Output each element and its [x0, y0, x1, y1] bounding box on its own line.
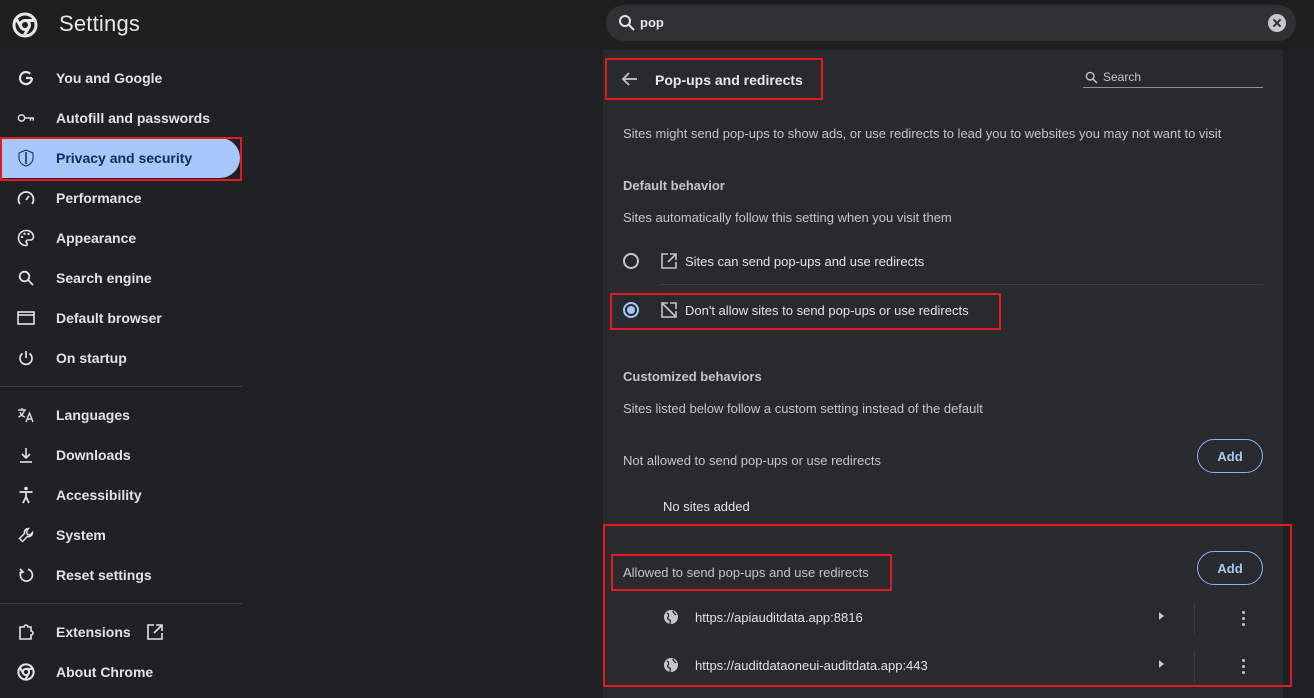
open-in-new-icon	[661, 253, 677, 269]
option-divider	[659, 284, 1263, 285]
expand-arrow-icon[interactable]	[1159, 612, 1164, 620]
site-row[interactable]: https://auditdataoneui-auditdata.app:443	[643, 642, 1283, 690]
panel-description: Sites might send pop-ups to show ads, or…	[623, 126, 1222, 141]
sidebar-item-label: Accessibility	[56, 487, 142, 503]
globe-icon	[664, 658, 678, 673]
site-url: https://auditdataoneui-auditdata.app:443	[695, 658, 928, 673]
sidebar-divider	[0, 386, 242, 387]
sidebar-item-label: You and Google	[56, 70, 163, 86]
row-separator	[1194, 602, 1195, 634]
sidebar-item-label: Extensions	[56, 624, 131, 640]
customized-behaviors-subtext: Sites listed below follow a custom setti…	[623, 401, 983, 416]
customized-behaviors-heading: Customized behaviors	[623, 369, 762, 384]
sidebar-item-on-startup[interactable]: On startup	[0, 338, 242, 378]
more-actions-icon[interactable]	[1235, 657, 1251, 675]
translate-icon	[17, 406, 35, 424]
sidebar-item-label: On startup	[56, 350, 127, 366]
sidebar-divider	[0, 603, 242, 604]
option-label: Sites can send pop-ups and use redirects	[685, 254, 925, 269]
sidebar-item-label: About Chrome	[56, 664, 154, 680]
allowed-list-label: Allowed to send pop-ups and use redirect…	[623, 565, 869, 580]
sidebar-item-you-and-google[interactable]: You and Google	[0, 58, 242, 98]
app-title: Settings	[59, 11, 141, 36]
search-icon	[1085, 71, 1098, 84]
sidebar-item-appearance[interactable]: Appearance	[0, 218, 242, 258]
reset-icon	[17, 566, 35, 584]
download-icon	[17, 446, 35, 464]
expand-arrow-icon[interactable]	[1159, 660, 1164, 668]
sidebar-nav: You and Google Autofill and passwords Pr…	[0, 58, 242, 692]
block-popup-icon	[661, 302, 677, 318]
popups-settings-panel: Pop-ups and redirects Search Sites might…	[603, 50, 1283, 698]
sidebar-item-label: Reset settings	[56, 567, 152, 583]
sidebar-item-label: Default browser	[56, 310, 162, 326]
block-radio[interactable]	[623, 302, 639, 318]
google-g-icon	[17, 69, 35, 87]
row-separator	[1194, 650, 1195, 682]
sidebar-item-performance[interactable]: Performance	[0, 178, 242, 218]
shield-icon	[17, 149, 35, 167]
globe-icon	[664, 610, 678, 625]
sidebar-item-privacy-and-security[interactable]: Privacy and security	[0, 138, 240, 178]
clear-search-icon[interactable]	[1268, 14, 1286, 32]
sidebar-item-about-chrome[interactable]: About Chrome	[0, 652, 242, 692]
default-behavior-subtext: Sites automatically follow this setting …	[623, 210, 952, 225]
sidebar-item-label: Performance	[56, 190, 142, 206]
site-url: https://apiauditdata.app:8816	[695, 610, 863, 625]
sidebar-item-label: Downloads	[56, 447, 131, 463]
puzzle-icon	[17, 623, 35, 641]
sidebar-item-label: Autofill and passwords	[56, 110, 211, 126]
power-icon	[17, 349, 35, 367]
search-icon	[619, 15, 635, 31]
sidebar-item-autofill[interactable]: Autofill and passwords	[0, 98, 242, 138]
sidebar-item-system[interactable]: System	[0, 515, 242, 555]
back-arrow-icon[interactable]	[621, 70, 639, 88]
sidebar-item-reset-settings[interactable]: Reset settings	[0, 555, 242, 595]
palette-icon	[17, 229, 35, 247]
search-input[interactable]: pop	[640, 15, 664, 30]
sidebar-item-search-engine[interactable]: Search engine	[0, 258, 242, 298]
sidebar-item-label: System	[56, 527, 106, 543]
page-title: Pop-ups and redirects	[655, 72, 803, 88]
add-allowed-site-button[interactable]: Add	[1197, 551, 1263, 585]
settings-search-bar[interactable]: pop	[606, 5, 1296, 41]
speedometer-icon	[17, 189, 35, 207]
key-icon	[17, 109, 35, 127]
sidebar-item-downloads[interactable]: Downloads	[0, 435, 242, 475]
sidebar-item-extensions[interactable]: Extensions	[0, 612, 242, 652]
add-blocked-site-button[interactable]: Add	[1197, 439, 1263, 473]
option-label: Don't allow sites to send pop-ups or use…	[685, 303, 969, 318]
chrome-logo-icon	[12, 12, 38, 38]
sidebar-item-accessibility[interactable]: Accessibility	[0, 475, 242, 515]
chrome-icon	[17, 663, 35, 681]
sidebar-item-languages[interactable]: Languages	[0, 395, 242, 435]
sidebar-item-label: Languages	[56, 407, 130, 423]
default-behavior-heading: Default behavior	[623, 178, 725, 193]
accessibility-icon	[17, 486, 35, 504]
blocked-empty-text: No sites added	[663, 499, 750, 514]
allow-radio[interactable]	[623, 253, 639, 269]
more-actions-icon[interactable]	[1235, 609, 1251, 627]
sidebar-item-label: Appearance	[56, 230, 137, 246]
wrench-icon	[17, 526, 35, 544]
sidebar-item-default-browser[interactable]: Default browser	[0, 298, 242, 338]
blocked-list-label: Not allowed to send pop-ups or use redir…	[623, 453, 881, 468]
browser-window-icon	[17, 309, 35, 327]
sidebar-item-label: Privacy and security	[56, 150, 193, 166]
site-row[interactable]: https://apiauditdata.app:8816	[643, 594, 1283, 642]
panel-search-input[interactable]: Search	[1083, 68, 1263, 88]
search-icon	[17, 269, 35, 287]
sidebar-item-label: Search engine	[56, 270, 152, 286]
open-in-new-icon	[146, 624, 163, 640]
search-placeholder: Search	[1103, 70, 1142, 84]
top-bar: Settings pop	[0, 0, 1314, 50]
